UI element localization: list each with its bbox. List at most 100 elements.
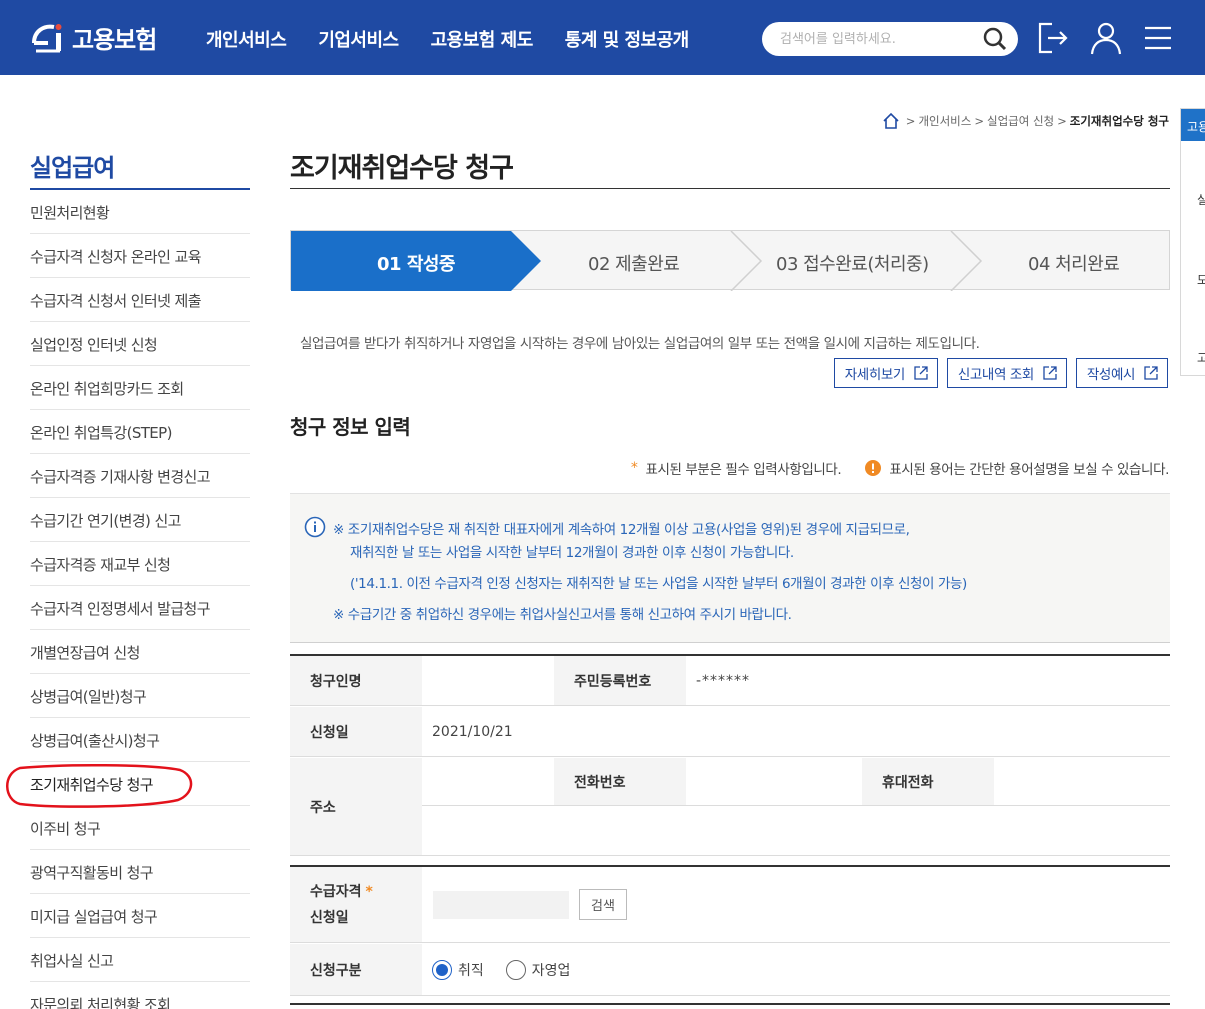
legend: * 표시된 부분은 필수 입력사항입니다. 표시된 용어는 간단한 용어설명을 … [631,458,1169,478]
sidebar-title: 실업급여 [30,154,115,182]
nav-system[interactable]: 고용보험 제도 [431,26,534,52]
quick-menu-item[interactable]: 실 [1197,191,1205,208]
sidebar-item[interactable]: 수급자격증 재교부 신청 [30,542,250,586]
section-title: 청구 정보 입력 [290,415,411,439]
detail-view-button[interactable]: 자세히보기 [833,358,938,388]
sidebar-item[interactable]: 이주비 청구 [30,806,250,850]
qual-date-label-line1: 수급자격 * [310,879,373,905]
info-icon [304,516,326,538]
legend-term-text: 표시된 용어는 간단한 용어설명을 보실 수 있습니다. [889,462,1169,478]
breadcrumb-item[interactable]: 실업급여 신청 [987,113,1054,129]
page-title-divider [290,188,1170,189]
step-3: 03 접수완료(처리중) [776,254,929,275]
claimant-label: 청구인명 [290,656,422,705]
apply-type-label: 신청구분 [290,944,422,995]
radio-employment[interactable]: 취직 [432,960,484,980]
search-icon[interactable] [982,26,1008,52]
apply-date-value: 2021/10/21 [432,724,513,740]
row-divider [422,805,1170,806]
external-link-icon [914,366,928,380]
sidebar-item[interactable]: 실업인정 인터넷 신청 [30,322,250,366]
link-buttons: 자세히보기 신고내역 조회 작성예시 [833,358,1168,388]
sidebar-item[interactable]: 수급자격 신청자 온라인 교육 [30,234,250,278]
step-1: 01 작성중 [377,254,456,275]
sidebar-item[interactable]: 수급기간 연기(변경) 신고 [30,498,250,542]
sidebar-item[interactable]: 온라인 취업희망카드 조회 [30,366,250,410]
rrn-value: -****** [696,673,751,689]
rrn-label: 주민등록번호 [554,656,686,705]
page-title: 조기재취업수당 청구 [290,153,514,184]
user-icon[interactable] [1089,20,1123,56]
radio-label: 자영업 [531,963,571,979]
table-row: 신청구분 취직 자영업 [290,944,1170,996]
quick-menu-item[interactable]: 고 [1197,349,1205,366]
top-header: 고용보험 개인서비스 기업서비스 고용보험 제도 통계 및 정보공개 [0,0,1205,75]
sidebar-item[interactable]: 개별연장급여 신청 [30,630,250,674]
example-button[interactable]: 작성예시 [1075,358,1168,388]
table-row: 주소 전화번호 휴대전화 [290,758,1170,856]
nav-business[interactable]: 기업서비스 [318,26,399,52]
breadcrumb-item[interactable]: 개인서비스 [918,113,971,129]
sidebar-item[interactable]: 수급자격증 기재사항 변경신고 [30,454,250,498]
legend-required-text: 표시된 부분은 필수 입력사항입니다. [645,462,842,478]
button-label: 자세히보기 [844,367,906,383]
sidebar-item[interactable]: 자문의뢰 처리현황 조회 [30,982,250,1009]
sidebar-item[interactable]: 상병급여(출산시)청구 [30,718,250,762]
qual-date-input[interactable] [433,891,569,919]
qual-date-label-line2: 신청일 [310,909,349,926]
sidebar-item[interactable]: 온라인 취업특강(STEP) [30,410,250,454]
mobile-label: 휴대전화 [862,758,994,805]
nav-personal[interactable]: 개인서비스 [206,26,287,52]
step-4: 04 처리완료 [1028,254,1120,275]
required-star-icon: * [630,460,638,476]
sidebar-item[interactable]: 광역구직활동비 청구 [30,850,250,894]
report-history-button[interactable]: 신고내역 조회 [946,358,1067,388]
sidebar-item[interactable]: 취업사실 신고 [30,938,250,982]
breadcrumb: > 개인서비스 > 실업급여 신청 > 조기재취업수당 청구 [882,112,1169,130]
breadcrumb-separator: > [974,114,984,128]
home-icon[interactable] [882,112,900,130]
logo-text: 고용보험 [72,25,157,54]
table-row: 신청일 2021/10/21 [290,707,1170,757]
quick-menu-title[interactable]: 고용 [1181,109,1205,141]
logo-mark-icon [32,24,62,53]
radio-label: 취직 [458,963,484,979]
sidebar-item[interactable]: 수급자격 인정명세서 발급청구 [30,586,250,630]
search-box [762,22,1018,56]
nav-statistics[interactable]: 통계 및 정보공개 [565,26,689,52]
search-input[interactable] [780,28,980,50]
notice-line: ※ 조기재취업수당은 재 취직한 대표자에게 계속하여 12개월 이상 고용(사… [333,522,910,538]
phone-label: 전화번호 [554,758,686,805]
main-nav: 개인서비스 기업서비스 고용보험 제도 통계 및 정보공개 [206,26,689,52]
address-label: 주소 [290,758,422,855]
search-button[interactable]: 검색 [579,889,627,920]
sidebar-item[interactable]: 상병급여(일반)청구 [30,674,250,718]
table-row: 수급자격 * 신청일 검색 [290,867,1170,943]
red-circle-annotation [6,763,193,808]
notice-box: ※ 조기재취업수당은 재 취직한 대표자에게 계속하여 12개월 이상 고용(사… [290,493,1170,643]
apply-type-radios: 취직 자영업 [432,944,592,996]
table-row: 청구인명 주민등록번호 -****** [290,656,1170,706]
breadcrumb-current: 조기재취업수당 청구 [1069,114,1169,128]
external-link-icon [1144,366,1158,380]
sidebar-item[interactable]: 민원처리현황 [30,190,250,234]
menu-icon[interactable] [1141,20,1175,56]
button-label: 신고내역 조회 [957,367,1034,383]
breadcrumb-separator: > [905,114,916,128]
apply-date-label: 신청일 [290,707,422,756]
step-2: 02 제출완료 [588,254,680,275]
notice-line: ('14.1.1. 이전 수급자격 인정 신청자는 재취직한 날 또는 사업을 … [350,576,967,592]
page-description: 실업급여를 받다가 취직하거나 자영업을 시작하는 경우에 남아있는 실업급여의… [300,336,980,352]
progress-steps: 01 작성중 02 제출완료 03 접수완료(처리중) 04 처리완료 [290,230,1170,291]
table-top-border [290,1003,1170,1005]
sidebar-item[interactable]: 수급자격 신청서 인터넷 제출 [30,278,250,322]
logout-icon[interactable] [1036,20,1070,56]
notice-line: 재취직한 날 또는 사업을 시작한 날부터 12개월이 경과한 이후 신청이 가… [350,545,794,561]
site-logo[interactable]: 고용보험 [30,14,170,60]
breadcrumb-separator: > [1057,114,1067,128]
sidebar-item[interactable]: 미지급 실업급여 청구 [30,894,250,938]
quick-menu-item[interactable]: 모 [1197,271,1205,288]
radio-self-employed[interactable]: 자영업 [505,960,571,980]
exclamation-icon [865,460,882,476]
quick-menu-tab: 고용 실 모 고 [1180,108,1205,376]
